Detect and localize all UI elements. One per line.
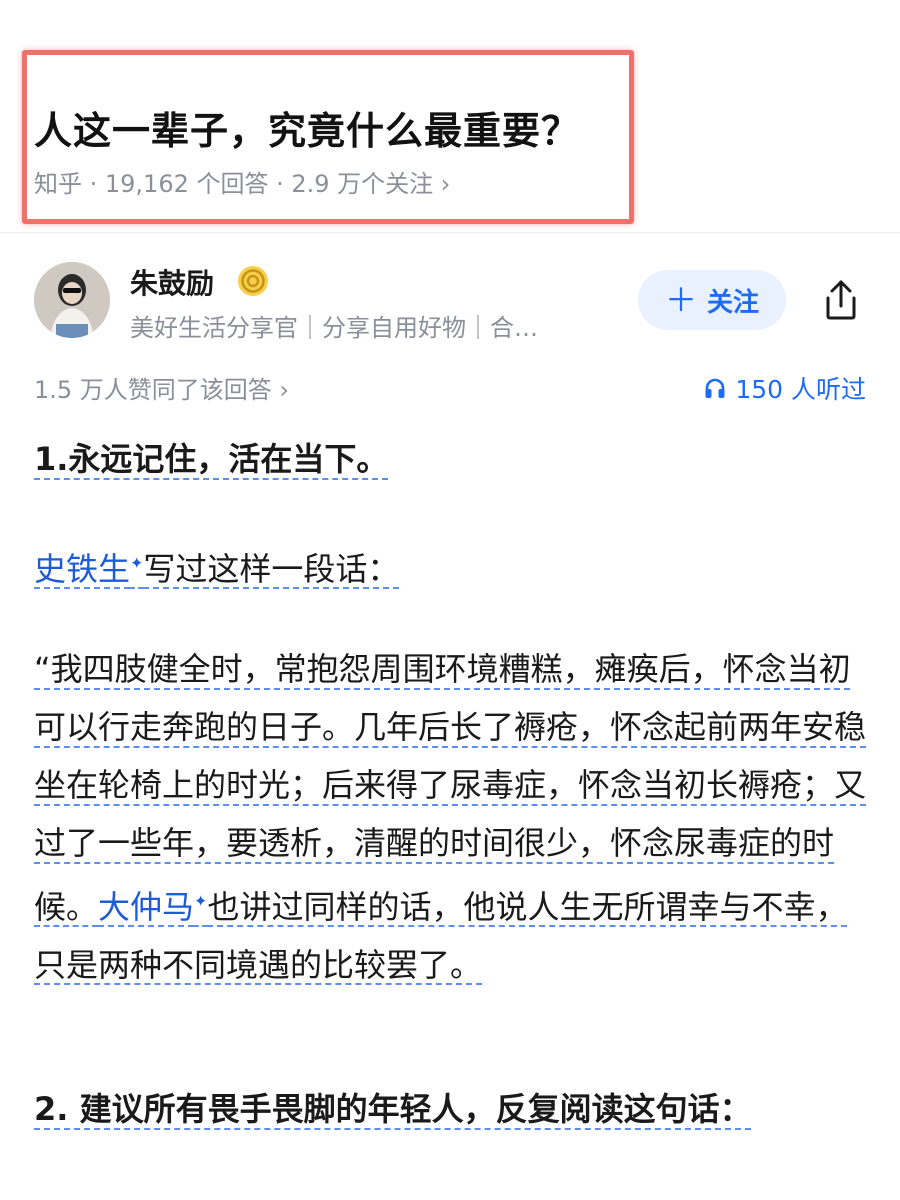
question-meta[interactable]: 知乎 · 19,162 个回答 · 2.9 万个关注 › [34, 164, 450, 199]
author-bio: 美好生活分享官｜分享自用好物｜合… [130, 314, 538, 342]
link-dumas[interactable]: 大仲马 [98, 888, 194, 926]
headphones-icon [705, 378, 725, 398]
gold-badge-icon [238, 266, 268, 296]
answer-paragraph-4-text: 2. 建议所有畏手畏脚的年轻人，反复阅读这句话： [34, 1090, 752, 1128]
answer-paragraph-1: 1.永远记住，活在当下。 [34, 430, 388, 488]
listen-count[interactable]: 150 人听过 [703, 370, 866, 406]
avatar[interactable] [34, 262, 110, 338]
sparkle-icon: ✦ [130, 553, 144, 572]
answer-paragraph-1-text: 1.永远记住，活在当下。 [34, 440, 389, 478]
author-name[interactable]: 朱鼓励 [130, 262, 214, 302]
answer-paragraph-2: 史铁生✦写过这样一段话： [34, 534, 399, 598]
follow-button[interactable]: ＋ 关注 [638, 270, 786, 330]
link-shi-tiesheng[interactable]: 史铁生 [34, 550, 130, 588]
follow-label: 关注 [707, 287, 760, 318]
divider [0, 232, 900, 233]
plus-icon: ＋ [664, 281, 697, 319]
answer-paragraph-2-text: 写过这样一段话： [143, 549, 400, 588]
answer-paragraph-4: 2. 建议所有畏手畏脚的年轻人，反复阅读这句话： [34, 1080, 752, 1138]
answer-paragraph-3: “我四肢健全时，常抱怨周围环境糟糕，瘫痪后，怀念当初可以行走奔跑的日子。几年后长… [34, 640, 866, 994]
share-icon[interactable] [820, 278, 862, 322]
answer-paragraph-3-text-a: “我四肢健全时，常抱怨周围环境糟糕，瘫痪后，怀念当初可以行走奔跑的日子。几年后长… [34, 650, 867, 926]
listen-count-label: 150 人听过 [735, 375, 866, 404]
question-title[interactable]: 人这一辈子，究竟什么最重要？ [34, 100, 580, 155]
vote-count[interactable]: 1.5 万人赞同了该回答 › [34, 370, 289, 405]
sparkle-icon: ✦ [194, 891, 208, 910]
